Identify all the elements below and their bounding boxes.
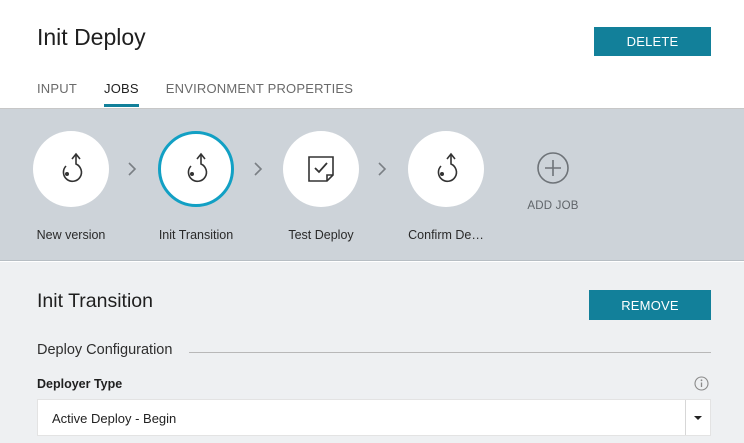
job-label: Init Transition	[158, 228, 234, 242]
plus-circle-icon[interactable]	[536, 151, 570, 185]
job-new-version[interactable]: New version	[21, 131, 121, 242]
add-job-button[interactable]: ADD JOB	[515, 151, 591, 212]
deployer-type-value: Active Deploy - Begin	[52, 411, 177, 426]
job-confirm-deploy[interactable]: Confirm De…	[396, 131, 496, 242]
pipeline-header: Init Deploy DELETE INPUT JOBS ENVIRONMEN…	[0, 0, 744, 109]
job-label: Confirm De…	[408, 228, 484, 242]
tab-input[interactable]: INPUT	[37, 80, 77, 107]
job-detail-panel: Init Transition REMOVE Deploy Configurat…	[0, 262, 744, 443]
tab-jobs[interactable]: JOBS	[104, 80, 139, 107]
caret-down-icon[interactable]	[685, 400, 710, 435]
deployer-type-label: Deployer Type	[37, 377, 123, 391]
deploy-icon	[437, 152, 458, 183]
job-circle[interactable]	[33, 131, 109, 207]
job-circle-selected[interactable]	[158, 131, 234, 207]
job-label: Test Deploy	[288, 228, 354, 242]
page-title: Init Deploy	[37, 24, 146, 50]
deploy-icon	[187, 152, 208, 183]
info-icon[interactable]	[694, 376, 709, 396]
chevron-right-icon	[127, 161, 139, 177]
job-circle[interactable]	[283, 131, 359, 207]
job-title: Init Transition	[37, 290, 153, 312]
test-checkbox-icon	[308, 156, 334, 182]
add-job-label: ADD JOB	[527, 200, 579, 212]
deploy-icon	[62, 152, 83, 183]
chevron-right-icon	[253, 161, 265, 177]
job-test-deploy[interactable]: Test Deploy	[271, 131, 371, 242]
tab-environment-properties[interactable]: ENVIRONMENT PROPERTIES	[166, 80, 353, 107]
section-divider	[189, 352, 711, 353]
job-init-transition[interactable]: Init Transition	[146, 131, 246, 242]
remove-button[interactable]: REMOVE	[589, 290, 711, 320]
jobs-pipeline: New version Init Transition Test Deploy	[0, 109, 744, 261]
job-circle[interactable]	[408, 131, 484, 207]
section-heading: Deploy Configuration	[37, 342, 173, 358]
tab-bar: INPUT JOBS ENVIRONMENT PROPERTIES	[37, 80, 380, 107]
chevron-right-icon	[377, 161, 389, 177]
delete-button[interactable]: DELETE	[594, 27, 711, 56]
job-label: New version	[36, 228, 106, 242]
deployer-type-select[interactable]: Active Deploy - Begin	[37, 399, 711, 436]
